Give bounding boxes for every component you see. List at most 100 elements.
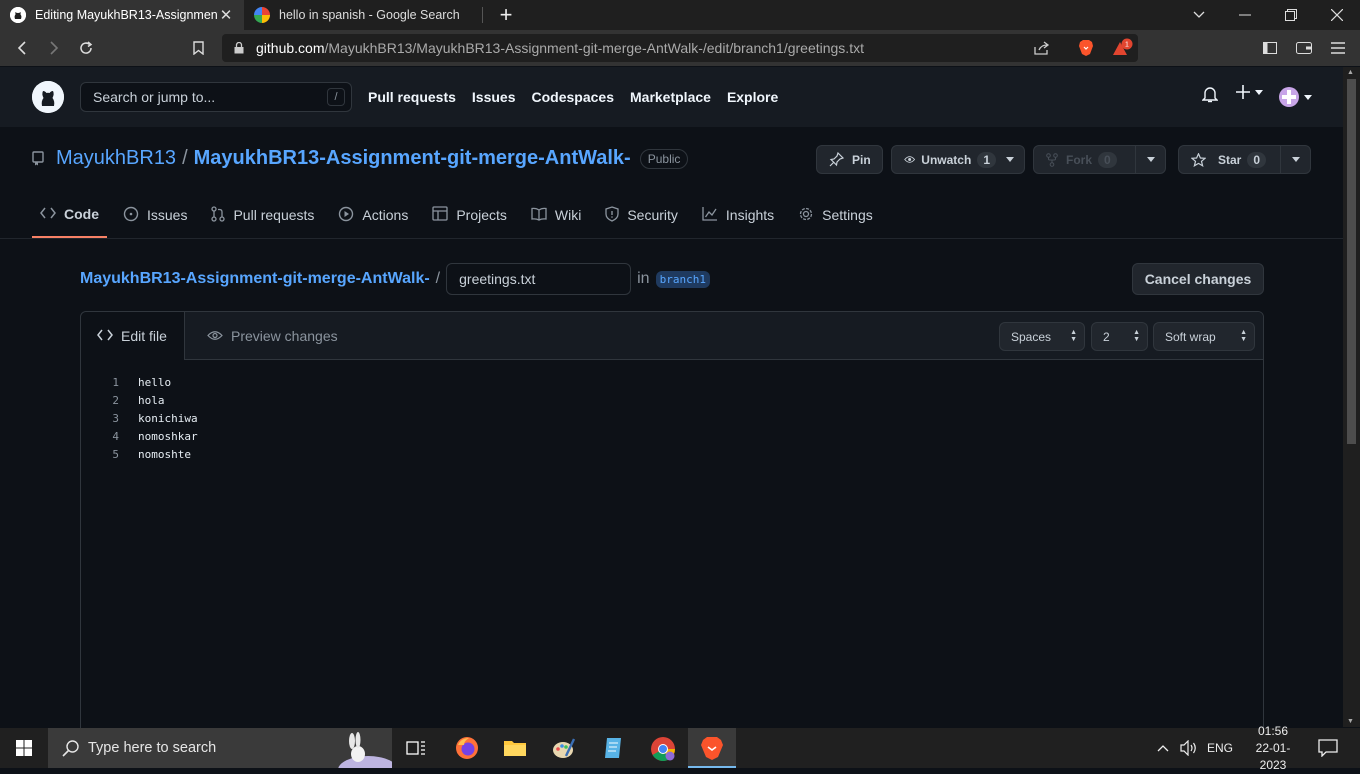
tab-divider (482, 7, 483, 23)
code-area[interactable]: 1 hello 2 hola 3 konichiwa 4 nomoshkar 5… (81, 360, 1263, 731)
wrap-mode-select[interactable]: Soft wrap ▲ ▼ (1153, 322, 1255, 351)
minimize-icon[interactable] (1222, 0, 1268, 30)
tab-wiki[interactable]: Wiki (523, 198, 589, 232)
browser-tab-google[interactable]: hello in spanish - Google Search (244, 0, 484, 30)
table-icon (432, 206, 448, 224)
share-icon[interactable] (1030, 36, 1054, 60)
line-text[interactable]: nomoshkar (138, 430, 198, 443)
file-explorer-icon[interactable] (503, 736, 527, 760)
select-arrows-icon: ▲ ▼ (1240, 329, 1247, 343)
nav-issues[interactable]: Issues (472, 89, 516, 105)
github-search-input[interactable]: Search or jump to... / (80, 82, 352, 112)
fork-button[interactable]: Fork 0 (1033, 145, 1166, 174)
watch-count: 1 (977, 151, 996, 168)
language-indicator[interactable]: ENG (1207, 728, 1233, 768)
tab-search-chevron-icon[interactable] (1176, 0, 1222, 30)
task-view-icon[interactable] (404, 736, 428, 760)
wrap-mode-value: Soft wrap (1165, 329, 1216, 344)
cancel-changes-button[interactable]: Cancel changes (1132, 263, 1264, 295)
tab-security[interactable]: Security (597, 198, 686, 232)
line-text[interactable]: hola (138, 394, 165, 407)
line-text[interactable]: konichiwa (138, 412, 198, 425)
tab-actions[interactable]: Actions (330, 198, 416, 232)
nav-codespaces[interactable]: Codespaces (532, 89, 614, 105)
nav-pull-requests[interactable]: Pull requests (368, 89, 456, 105)
paint-icon[interactable] (552, 736, 576, 760)
scroll-down-icon[interactable]: ▼ (1347, 718, 1354, 725)
tab-edit-file-label: Edit file (121, 328, 167, 344)
tab-insights[interactable]: Insights (694, 198, 782, 232)
indent-mode-select[interactable]: Spaces ▲ ▼ (999, 322, 1085, 351)
star-caret-icon[interactable] (1280, 146, 1310, 173)
line-number: 5 (112, 447, 119, 461)
taskbar-search-input[interactable]: Type here to search (48, 728, 398, 774)
avatar (1279, 87, 1299, 107)
sidebar-toggle-icon[interactable] (1258, 36, 1282, 60)
tab-preview-changes[interactable]: Preview changes (191, 312, 354, 360)
play-icon (338, 206, 354, 225)
github-logo-icon[interactable] (32, 81, 64, 113)
url-field[interactable]: github.com/MayukhBR13/MayukhBR13-Assignm… (222, 34, 1138, 62)
search-shortcut-key: / (327, 88, 345, 106)
notepad-icon[interactable] (601, 736, 625, 760)
google-favicon-icon (254, 7, 270, 23)
watch-caret-icon[interactable] (996, 157, 1024, 162)
brave-rewards-icon[interactable]: 1 (1110, 36, 1134, 60)
create-new-dropdown[interactable] (1236, 85, 1263, 99)
url-host: github.com (256, 40, 325, 56)
unwatch-button[interactable]: Unwatch 1 (891, 145, 1025, 174)
repo-nav-tabs: Code Issues Pull requests Actions Projec… (32, 198, 889, 239)
page-scrollbar[interactable]: ▲ ▼ (1343, 67, 1360, 727)
user-avatar-dropdown[interactable] (1279, 87, 1312, 107)
firefox-icon[interactable] (455, 736, 479, 760)
wallet-icon[interactable] (1292, 36, 1316, 60)
star-button[interactable]: Star 0 (1178, 145, 1311, 174)
taskbar-active-app[interactable] (688, 728, 736, 768)
tab-code[interactable]: Code (32, 198, 107, 238)
indent-size-select[interactable]: 2 ▲ ▼ (1091, 322, 1148, 351)
line-text[interactable]: hello (138, 376, 171, 389)
filename-input[interactable] (446, 263, 632, 295)
repo-name-link[interactable]: MayukhBR13-Assignment-git-merge-AntWalk- (194, 147, 631, 170)
repo-separator: / (182, 147, 188, 169)
unwatch-label: Unwatch (921, 152, 972, 167)
browser-tab-github[interactable]: Editing MayukhBR13-Assignment ✕ (0, 0, 244, 30)
notifications-bell-icon[interactable] (1202, 85, 1218, 103)
tab-issues[interactable]: Issues (115, 198, 195, 232)
tab-settings[interactable]: Settings (790, 198, 881, 232)
clock[interactable]: 01:56 22-01-2023 (1243, 724, 1303, 772)
show-hidden-icons-chevron-icon[interactable] (1157, 728, 1169, 768)
menu-icon[interactable] (1326, 36, 1350, 60)
tab-preview-changes-label: Preview changes (231, 328, 338, 344)
scrollbar-thumb[interactable] (1347, 79, 1356, 444)
line-text[interactable]: nomoshte (138, 448, 191, 461)
scroll-up-icon[interactable]: ▲ (1347, 69, 1354, 76)
star-label: Star (1218, 152, 1242, 167)
select-arrows-icon: ▲ ▼ (1070, 329, 1077, 343)
pin-button[interactable]: Pin (816, 145, 883, 174)
fork-caret-icon[interactable] (1135, 146, 1165, 173)
reload-icon[interactable] (74, 36, 98, 60)
close-tab-icon[interactable]: ✕ (218, 6, 234, 24)
windows-start-icon[interactable] (0, 728, 48, 768)
select-arrows-icon: ▲ ▼ (1133, 329, 1140, 343)
nav-marketplace[interactable]: Marketplace (630, 89, 711, 105)
editor-header: Edit file Preview changes Spaces ▲ ▼ 2 ▲ ▼… (81, 312, 1263, 360)
tab-pull-requests[interactable]: Pull requests (203, 198, 322, 232)
brave-shield-icon[interactable] (1074, 36, 1098, 60)
back-icon[interactable] (10, 36, 34, 60)
chrome-icon[interactable] (650, 736, 675, 762)
browser-tab-bar: Editing MayukhBR13-Assignment ✕ hello in… (0, 0, 1360, 30)
tab-edit-file[interactable]: Edit file (81, 312, 185, 360)
nav-explore[interactable]: Explore (727, 89, 778, 105)
volume-icon[interactable] (1180, 728, 1198, 768)
restore-icon[interactable] (1268, 0, 1314, 30)
notification-center-icon[interactable] (1318, 728, 1338, 768)
new-tab-icon[interactable]: + (494, 2, 518, 28)
repo-owner-link[interactable]: MayukhBR13 (56, 147, 176, 170)
breadcrumb-repo-link[interactable]: MayukhBR13-Assignment-git-merge-AntWalk- (80, 270, 430, 288)
forward-icon[interactable] (42, 36, 66, 60)
close-window-icon[interactable] (1314, 0, 1360, 30)
tab-projects[interactable]: Projects (424, 198, 515, 232)
bookmark-icon[interactable] (186, 36, 210, 60)
